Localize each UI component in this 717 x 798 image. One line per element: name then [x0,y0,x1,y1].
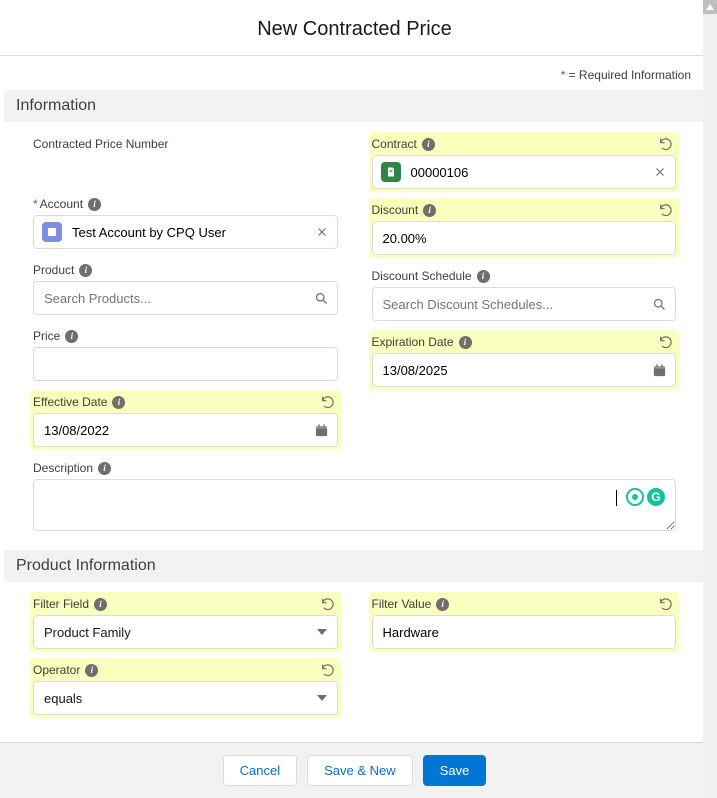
field-filter-field: Filter Field i Product Family [30,592,341,652]
label-contracted-price-number: Contracted Price Number [33,137,168,151]
chevron-down-icon [317,629,327,635]
undo-icon[interactable] [320,596,336,612]
effective-date-picker[interactable] [33,413,338,447]
save-and-new-button[interactable]: Save & New [307,755,413,786]
field-effective-date: Effective Date i [30,390,341,450]
text-cursor [616,490,617,506]
discount-schedule-input[interactable] [381,296,647,313]
undo-icon[interactable] [320,394,336,410]
scroll-up-arrow[interactable] [703,0,717,14]
cancel-button[interactable]: Cancel [223,755,297,786]
field-expiration-date: Expiration Date i [369,330,680,390]
field-account: * Account i [30,192,341,252]
contract-input[interactable] [409,164,648,181]
expiration-date-input[interactable] [381,362,647,379]
search-icon[interactable] [652,297,667,312]
clear-contract-icon[interactable] [653,165,667,179]
product-lookup[interactable] [33,281,338,315]
required-star: * [33,197,38,211]
section-information: Information [4,90,705,122]
footer-actions: Cancel Save & New Save [0,742,709,798]
description-textarea[interactable]: G [33,479,676,531]
operator-value: equals [44,691,82,706]
page-title: New Contracted Price [0,0,709,56]
info-icon[interactable]: i [112,396,125,409]
expiration-date-picker[interactable] [372,353,677,387]
label-discount: Discount [372,203,419,217]
grammarly-status-icon [626,488,644,506]
required-legend: * = Required Information [0,56,709,90]
info-icon[interactable]: i [85,664,98,677]
field-operator: Operator i equals [30,658,341,718]
field-discount-schedule: Discount Schedule i [369,264,680,324]
undo-icon[interactable] [658,202,674,218]
field-contract: Contract i [369,132,680,192]
info-icon[interactable]: i [98,462,111,475]
scrollbar-track[interactable] [703,14,717,798]
field-discount: Discount i [369,198,680,258]
info-icon[interactable]: i [422,138,435,151]
effective-date-input[interactable] [42,422,308,439]
calendar-icon[interactable] [652,363,667,378]
price-input-box[interactable] [33,347,338,381]
required-star: * [561,68,566,82]
label-discount-schedule: Discount Schedule [372,269,472,283]
field-price: Price i [30,324,341,384]
info-icon[interactable]: i [423,204,436,217]
label-account: Account [40,197,83,211]
label-filter-field: Filter Field [33,597,89,611]
account-input[interactable] [70,224,309,241]
discount-input[interactable] [381,230,668,247]
grammarly-widget[interactable]: G [626,488,665,506]
filter-value-input-box[interactable] [372,615,677,649]
field-filter-value: Filter Value i [369,592,680,652]
filter-value-input[interactable] [381,624,668,641]
label-product: Product [33,263,74,277]
section-product-information: Product Information [4,550,705,582]
clear-account-icon[interactable] [315,225,329,239]
undo-icon[interactable] [320,662,336,678]
label-description: Description [33,461,93,475]
contract-lookup[interactable] [372,155,677,189]
info-icon[interactable]: i [459,336,472,349]
search-icon[interactable] [314,291,329,306]
save-button[interactable]: Save [423,755,487,786]
discount-schedule-lookup[interactable] [372,287,677,321]
info-icon[interactable]: i [477,270,490,283]
undo-icon[interactable] [658,596,674,612]
calendar-icon[interactable] [314,423,329,438]
info-icon[interactable]: i [65,330,78,343]
grammarly-logo-icon: G [647,488,665,506]
info-icon[interactable]: i [436,598,449,611]
field-description: Description i G [30,456,679,534]
filter-field-value: Product Family [44,625,131,640]
info-icon[interactable]: i [79,264,92,277]
discount-input-box[interactable] [372,221,677,255]
product-input[interactable] [42,290,308,307]
label-operator: Operator [33,663,80,677]
field-contracted-price-number: Contracted Price Number [30,132,341,186]
info-icon[interactable]: i [88,198,101,211]
account-icon [42,222,62,242]
label-effective-date: Effective Date [33,395,107,409]
undo-icon[interactable] [658,136,674,152]
operator-select[interactable]: equals [33,681,338,715]
chevron-down-icon [317,695,327,701]
field-product: Product i [30,258,341,318]
contract-icon [381,162,401,182]
info-icon[interactable]: i [94,598,107,611]
label-expiration-date: Expiration Date [372,335,454,349]
label-price: Price [33,329,60,343]
account-lookup[interactable] [33,215,338,249]
filter-field-select[interactable]: Product Family [33,615,338,649]
label-filter-value: Filter Value [372,597,432,611]
undo-icon[interactable] [658,334,674,350]
label-contract: Contract [372,137,417,151]
price-input[interactable] [42,356,329,373]
